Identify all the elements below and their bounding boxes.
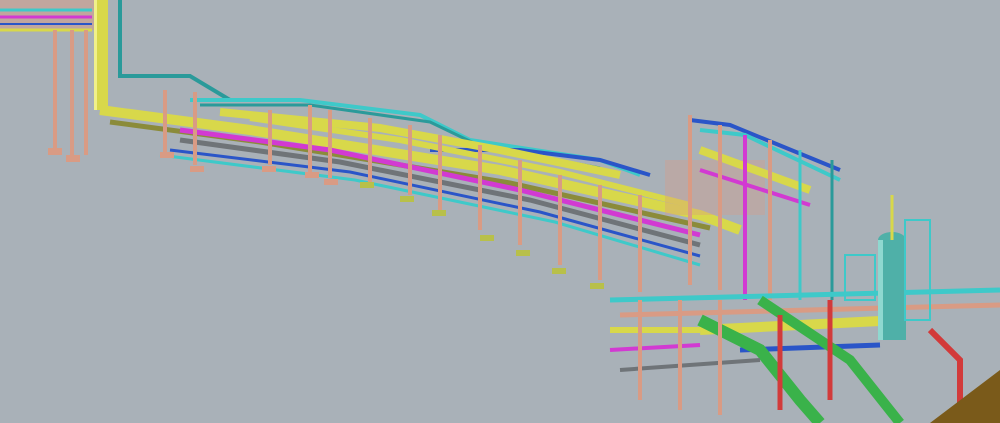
3d-model-viewport[interactable] (0, 0, 1000, 423)
piping-model-canvas[interactable] (0, 0, 1000, 423)
